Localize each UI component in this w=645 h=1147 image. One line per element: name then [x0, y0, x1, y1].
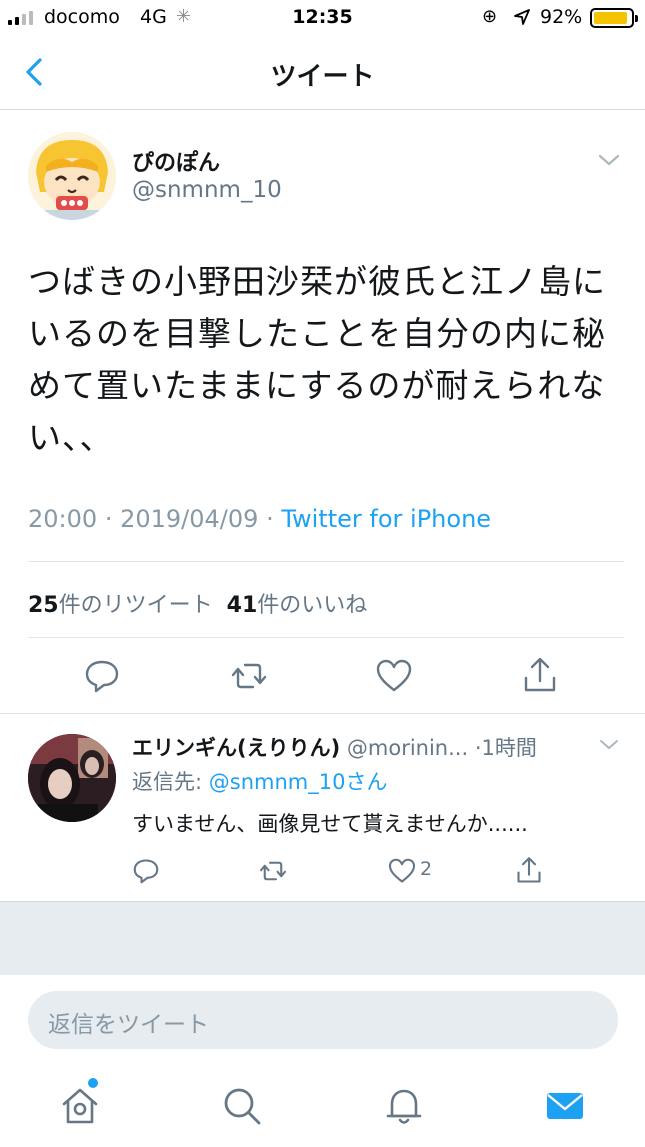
retweet-icon[interactable]	[258, 856, 288, 886]
page-title: ツイート	[270, 62, 375, 92]
reply-time: ·1時間	[474, 736, 537, 760]
chevron-down-icon[interactable]	[596, 150, 622, 170]
nav-bar: ツイート	[0, 36, 645, 110]
messages-envelope-icon[interactable]	[543, 1084, 587, 1128]
like-label: 件のいいね	[257, 593, 368, 618]
reply-icon[interactable]	[131, 856, 161, 886]
author-avatar[interactable]	[28, 132, 116, 220]
location-arrow-icon	[514, 9, 530, 25]
reply-text: すいません、画像見せて貰えませんか......	[132, 812, 528, 836]
reply-composer[interactable]: 返信をツイート	[28, 991, 618, 1049]
cartoon-avatar-image	[28, 132, 116, 220]
reply-to-line: 返信先: @snmnm_10さん	[132, 766, 387, 796]
meta-separator: ·	[266, 505, 274, 533]
share-icon[interactable]	[520, 656, 560, 696]
home-icon[interactable]	[58, 1084, 102, 1128]
like-count: 41	[226, 593, 258, 618]
search-icon[interactable]	[220, 1084, 264, 1128]
author-display-name[interactable]: ぴのぽん	[132, 145, 220, 177]
share-icon[interactable]	[514, 856, 544, 886]
chevron-down-icon[interactable]	[598, 736, 620, 754]
author-handle[interactable]: @snmnm_10	[132, 177, 282, 203]
reply-icon[interactable]	[82, 656, 122, 696]
reply-to-label: 返信先:	[132, 770, 203, 794]
like-heart-icon[interactable]	[374, 656, 414, 696]
retweet-count: 25	[28, 593, 59, 618]
like-heart-icon[interactable]	[387, 856, 417, 886]
status-bar: docomo 4G ✳ 12:35 ⊕ 92%	[0, 0, 645, 36]
rotation-lock-icon: ⊕	[482, 6, 498, 27]
battery-percent: 92%	[540, 6, 583, 28]
notifications-bell-icon[interactable]	[382, 1084, 426, 1128]
like-stat[interactable]: 41件のいいね	[227, 593, 368, 618]
home-unread-dot	[88, 1078, 98, 1088]
reply-author-handle[interactable]: @morinin...	[347, 736, 468, 760]
retweet-stat[interactable]: 25件のリツイート	[28, 593, 213, 618]
reply-like-count: 2	[420, 858, 433, 880]
retweet-icon[interactable]	[229, 656, 269, 696]
tweet-stats: 25件のリツイート 41件のいいね	[28, 587, 367, 619]
battery-icon	[590, 8, 638, 28]
reply-author-avatar[interactable]	[28, 734, 116, 822]
photo-avatar-image	[28, 734, 116, 822]
tweet-time: 20:00	[28, 505, 98, 533]
divider	[28, 561, 624, 562]
divider	[28, 637, 624, 638]
meta-separator: ·	[104, 505, 113, 533]
reply-header: エリンギん(えりりん) @morinin... ·1時間	[132, 732, 537, 762]
tweet-date: 2019/04/09	[120, 505, 259, 533]
reply-author-name[interactable]: エリンギん(えりりん)	[132, 736, 340, 760]
divider	[0, 713, 645, 714]
reply-input-placeholder[interactable]: 返信をツイート	[48, 1005, 209, 1039]
reply-to-mention[interactable]: @snmnm_10さん	[209, 770, 388, 794]
retweet-label: 件のリツイート	[58, 593, 213, 618]
tweet-source-link[interactable]: Twitter for iPhone	[281, 505, 491, 533]
tweet-text: つばきの小野田沙栞が彼氏と江ノ島にいるのを目撃したことを自分の内に秘めて置いたま…	[28, 262, 606, 457]
tweet-timestamp: 20:00 · 2019/04/09 · Twitter for iPhone	[28, 505, 491, 533]
timeline-end-spacer	[0, 901, 645, 975]
